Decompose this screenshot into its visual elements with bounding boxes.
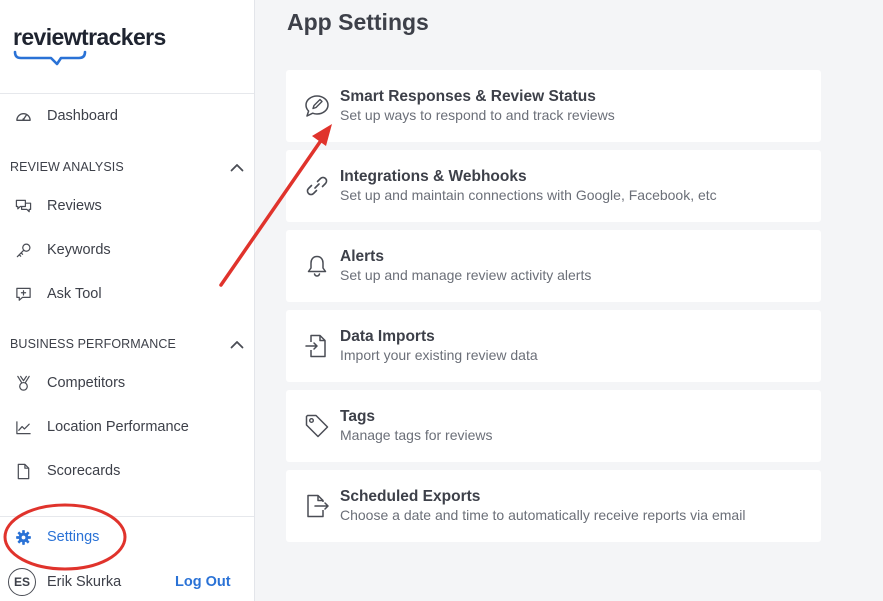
card-description: Set up and maintain connections with Goo… xyxy=(340,187,717,203)
card-description: Import your existing review data xyxy=(340,347,538,363)
sidebar-item-ask-tool[interactable]: Ask Tool xyxy=(0,279,254,309)
sidebar-item-scorecards[interactable]: Scorecards xyxy=(0,456,254,486)
card-title: Data Imports xyxy=(340,328,435,345)
logo-smile-icon xyxy=(13,50,87,66)
sidebar-divider xyxy=(0,93,254,94)
card-description: Set up and manage review activity alerts xyxy=(340,267,592,283)
settings-card-integrations[interactable]: Integrations & Webhooks Set up and maint… xyxy=(286,150,821,222)
document-icon xyxy=(17,463,30,480)
sidebar-item-location-performance[interactable]: Location Performance xyxy=(0,412,254,442)
sidebar-item-label: Location Performance xyxy=(47,419,189,435)
medal-icon xyxy=(17,375,30,391)
section-review-analysis[interactable]: REVIEW ANALYSIS xyxy=(10,157,244,177)
sidebar-divider xyxy=(0,516,254,517)
sidebar-item-label: Competitors xyxy=(47,375,126,391)
card-title: Smart Responses & Review Status xyxy=(340,88,596,105)
settings-card-data-imports[interactable]: Data Imports Import your existing review… xyxy=(286,310,821,382)
settings-card-scheduled-exports[interactable]: Scheduled Exports Choose a date and time… xyxy=(286,470,821,542)
sidebar-item-dashboard[interactable]: Dashboard xyxy=(0,101,254,131)
card-description: Choose a date and time to automatically … xyxy=(340,507,746,523)
card-description: Set up ways to respond to and track revi… xyxy=(340,107,615,123)
trend-chart-icon xyxy=(16,421,31,435)
chevron-up-icon xyxy=(230,340,244,348)
page-title: App Settings xyxy=(287,9,429,35)
sidebar-item-label: Scorecards xyxy=(47,463,121,479)
sidebar-item-competitors[interactable]: Competitors xyxy=(0,368,254,398)
sidebar-item-keywords[interactable]: Keywords xyxy=(0,235,254,265)
tag-icon xyxy=(305,414,329,438)
settings-card-tags[interactable]: Tags Manage tags for reviews xyxy=(286,390,821,462)
settings-card-smart-responses[interactable]: Smart Responses & Review Status Set up w… xyxy=(286,70,821,142)
link-icon xyxy=(306,176,328,196)
gear-icon xyxy=(16,530,31,545)
chevron-up-icon xyxy=(230,163,244,171)
ask-bubble-icon xyxy=(16,287,31,301)
reviewtrackers-logo[interactable]: reviewtrackers xyxy=(13,24,166,66)
chat-edit-icon xyxy=(305,95,329,117)
dashboard-gauge-icon xyxy=(16,113,31,121)
card-title: Tags xyxy=(340,408,376,425)
log-out-link[interactable]: Log Out xyxy=(175,574,231,590)
bell-icon xyxy=(307,255,327,277)
avatar[interactable]: ES xyxy=(8,568,36,596)
card-title: Scheduled Exports xyxy=(340,488,481,505)
sidebar-item-label: Reviews xyxy=(47,198,102,214)
export-file-icon xyxy=(307,494,329,518)
sidebar-item-label: Ask Tool xyxy=(47,286,102,302)
section-business-performance[interactable]: BUSINESS PERFORMANCE xyxy=(10,334,244,354)
settings-card-alerts[interactable]: Alerts Set up and manage review activity… xyxy=(286,230,821,302)
sidebar-item-label: Settings xyxy=(47,529,100,545)
sidebar-item-label: Keywords xyxy=(47,242,111,258)
logo-wordmark: reviewtrackers xyxy=(13,24,166,50)
sidebar: reviewtrackers Dashboard REVIEW ANALYSIS… xyxy=(0,0,255,601)
sidebar-item-reviews[interactable]: Reviews xyxy=(0,191,254,221)
user-name: Erik Skurka xyxy=(47,574,122,590)
sidebar-item-settings[interactable]: Settings xyxy=(0,522,254,552)
card-title: Alerts xyxy=(340,248,384,265)
card-description: Manage tags for reviews xyxy=(340,427,493,443)
key-icon xyxy=(16,243,31,258)
sidebar-item-label: Dashboard xyxy=(47,108,118,124)
section-title: REVIEW ANALYSIS xyxy=(10,160,124,174)
section-title: BUSINESS PERFORMANCE xyxy=(10,337,176,351)
card-title: Integrations & Webhooks xyxy=(340,168,527,185)
user-row: ES Erik Skurka Log Out xyxy=(0,566,254,598)
import-file-icon xyxy=(305,334,326,358)
chat-bubbles-icon xyxy=(15,199,32,213)
